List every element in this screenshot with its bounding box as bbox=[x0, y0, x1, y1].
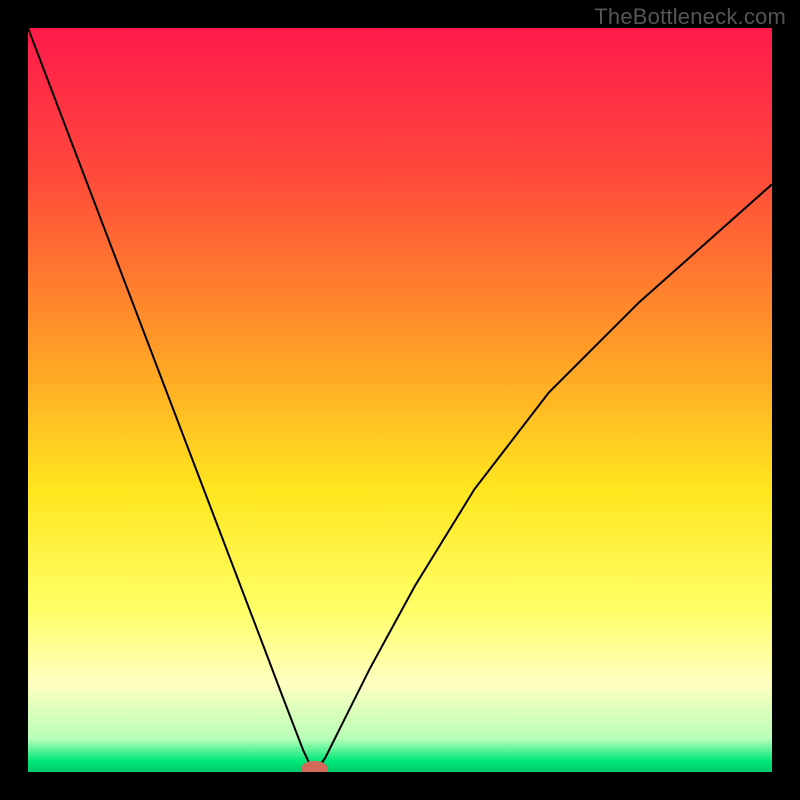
plot-background bbox=[28, 28, 772, 772]
chart-plot bbox=[28, 28, 772, 772]
chart-frame: TheBottleneck.com bbox=[0, 0, 800, 800]
watermark-label: TheBottleneck.com bbox=[594, 4, 786, 30]
